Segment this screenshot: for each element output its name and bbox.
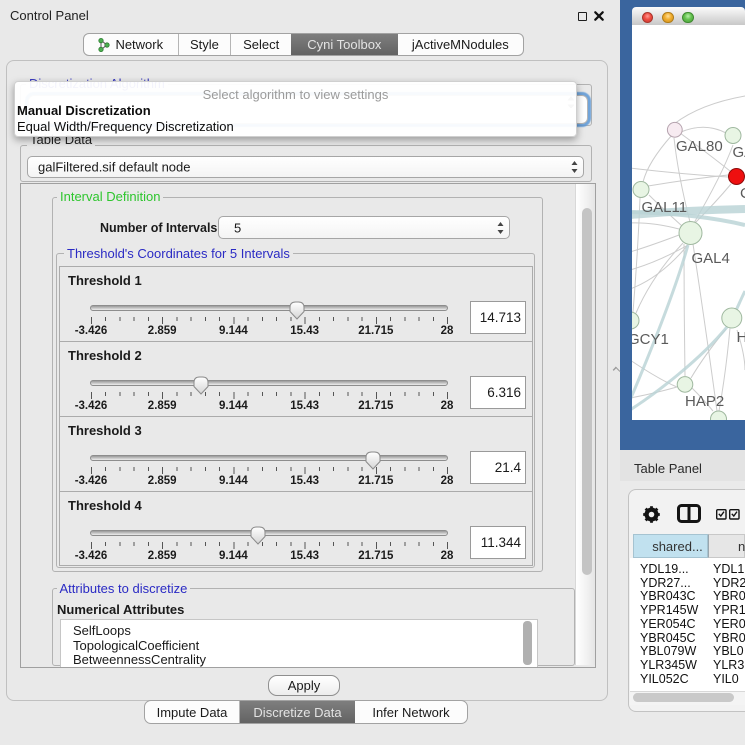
svg-text:C: C (740, 185, 745, 202)
svg-text:GAL80: GAL80 (676, 138, 723, 155)
svg-text:GAL4: GAL4 (692, 250, 730, 267)
svg-text:GCY1: GCY1 (632, 331, 669, 348)
svg-text:H: H (737, 329, 745, 346)
svg-text:GA: GA (733, 144, 745, 161)
svg-text:HAP2: HAP2 (685, 393, 724, 410)
svg-text:GAL11: GAL11 (642, 199, 688, 216)
